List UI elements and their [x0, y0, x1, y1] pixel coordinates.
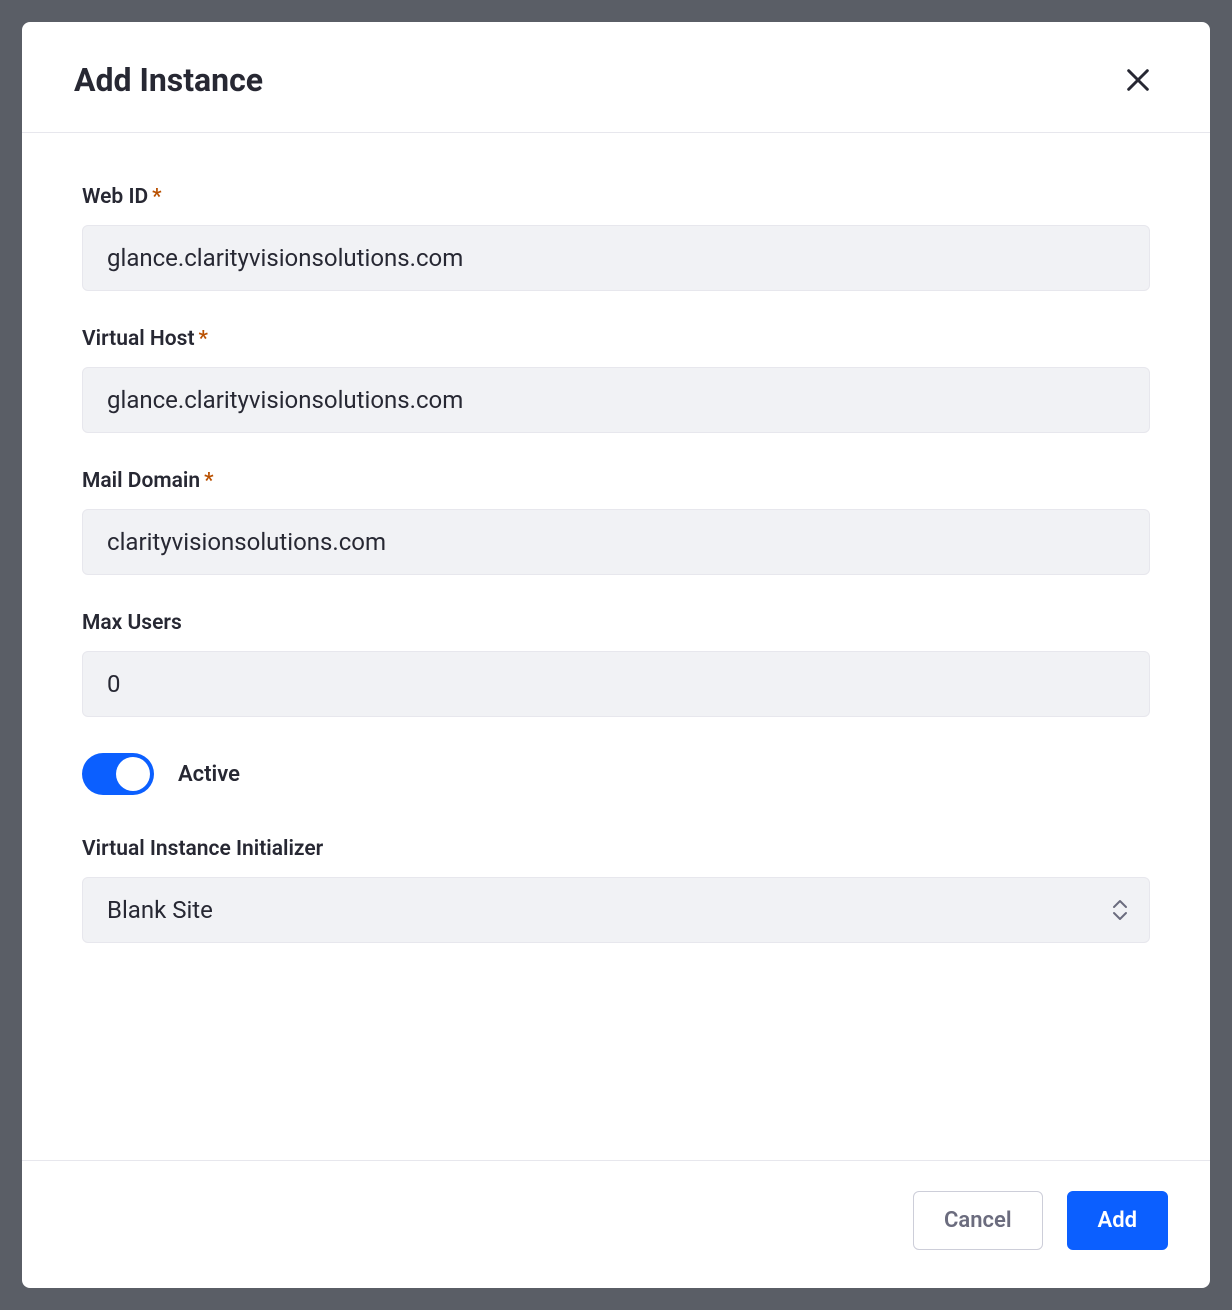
modal-title: Add Instance	[74, 61, 263, 99]
active-toggle-group: Active	[82, 753, 1150, 795]
mail-domain-input[interactable]	[82, 509, 1150, 575]
mail-domain-label-text: Mail Domain	[82, 469, 200, 493]
virtual-host-label-text: Virtual Host	[82, 327, 195, 351]
active-toggle-label: Active	[178, 762, 240, 787]
initializer-select-wrapper: Blank Site	[82, 877, 1150, 943]
initializer-label: Virtual Instance Initializer	[82, 837, 1150, 861]
add-button[interactable]: Add	[1067, 1191, 1168, 1250]
required-asterisk: *	[152, 185, 161, 209]
modal-body: Web ID* Virtual Host* Mail Domain* Max U…	[22, 133, 1210, 1160]
modal-footer: Cancel Add	[22, 1160, 1210, 1288]
required-asterisk: *	[199, 327, 208, 351]
web-id-group: Web ID*	[82, 185, 1150, 291]
active-toggle[interactable]	[82, 753, 154, 795]
close-button[interactable]	[1118, 60, 1158, 100]
modal-header: Add Instance	[22, 22, 1210, 133]
virtual-host-label: Virtual Host*	[82, 327, 1150, 351]
web-id-label: Web ID*	[82, 185, 1150, 209]
mail-domain-group: Mail Domain*	[82, 469, 1150, 575]
max-users-input[interactable]	[82, 651, 1150, 717]
mail-domain-label: Mail Domain*	[82, 469, 1150, 493]
cancel-button[interactable]: Cancel	[913, 1191, 1043, 1250]
virtual-host-group: Virtual Host*	[82, 327, 1150, 433]
toggle-knob	[116, 757, 150, 791]
web-id-input[interactable]	[82, 225, 1150, 291]
required-asterisk: *	[204, 469, 213, 493]
initializer-select[interactable]: Blank Site	[82, 877, 1150, 943]
virtual-host-input[interactable]	[82, 367, 1150, 433]
web-id-label-text: Web ID	[82, 185, 148, 209]
max-users-label: Max Users	[82, 611, 1150, 635]
max-users-group: Max Users	[82, 611, 1150, 717]
initializer-group: Virtual Instance Initializer Blank Site	[82, 837, 1150, 943]
close-icon	[1124, 66, 1152, 94]
add-instance-modal: Add Instance Web ID* Virtual Host* Mail …	[22, 22, 1210, 1288]
